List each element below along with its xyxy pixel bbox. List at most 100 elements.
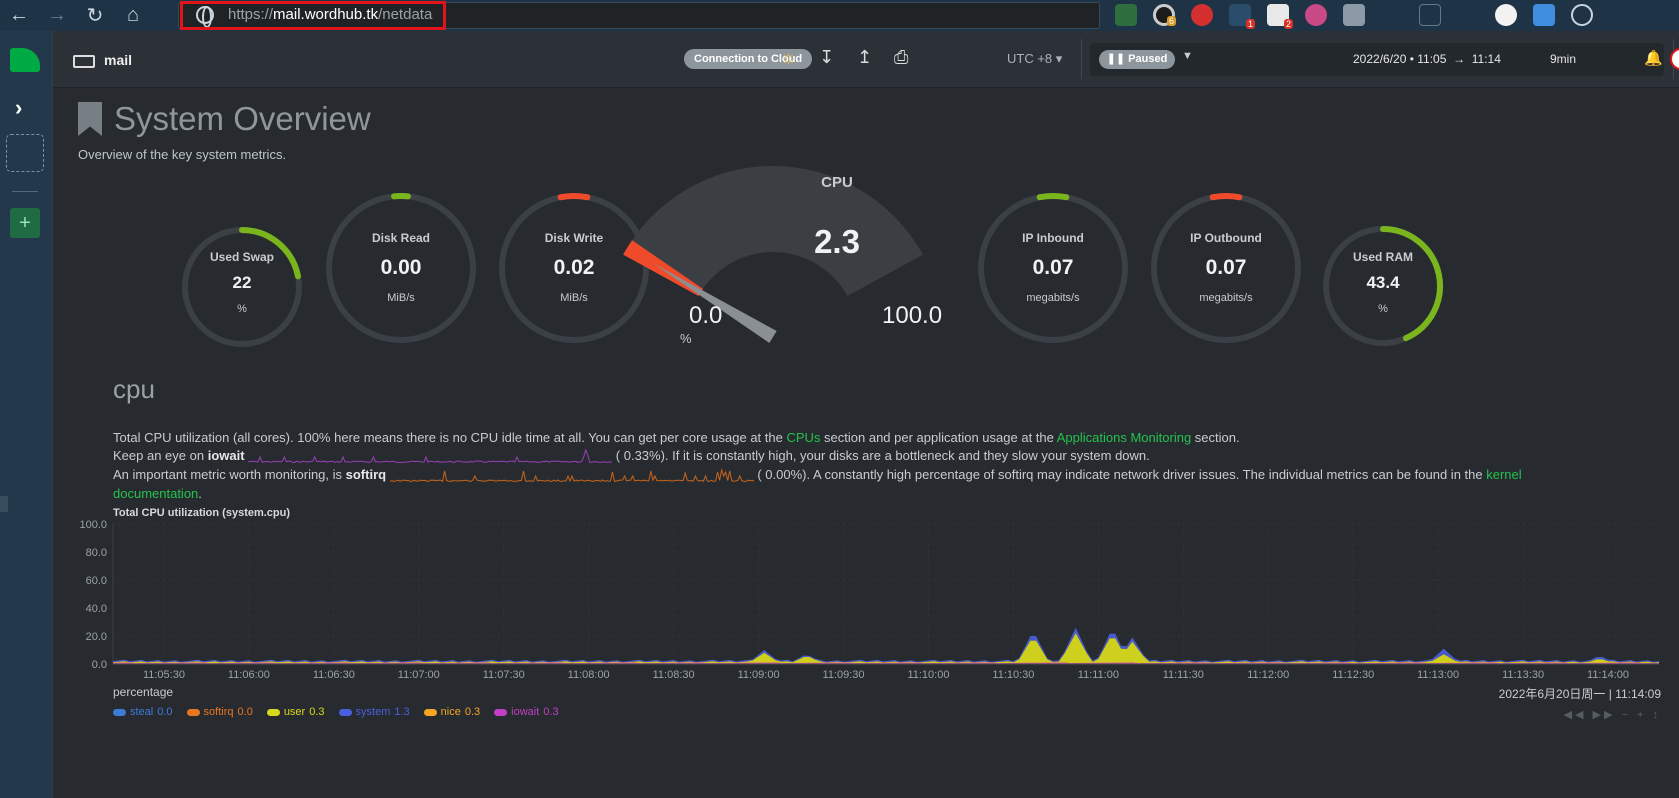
bell-icon[interactable]: 🔔 (1644, 49, 1663, 67)
gauge-label: Used Swap (209, 250, 275, 264)
cpu-chart[interactable]: 100.0 80.0 60.0 40.0 20.0 0.0 11:05:30 11:06:00… (53, 518, 1679, 678)
extension-icon[interactable] (1457, 4, 1479, 26)
sparkline-path (389, 467, 754, 482)
gauge-value: 22 (232, 273, 252, 292)
applications-monitoring-link[interactable]: Applications Monitoring (1057, 430, 1191, 445)
legend-item-iowait[interactable]: iowait 0.3 (494, 706, 559, 718)
chart-date: 2022年6月20日周一 | 11:14:09 (1498, 687, 1661, 701)
iowait-sparkline (248, 448, 613, 463)
home-icon[interactable]: ⌂ (114, 0, 152, 31)
x-tick-label: 11:08:00 (568, 669, 610, 678)
server-icon (73, 55, 95, 68)
duration-text: 9min (1550, 52, 1577, 66)
bookmark-ext-icon[interactable] (1419, 4, 1441, 26)
gauge-unit: % (1378, 303, 1388, 315)
space-placeholder[interactable] (6, 134, 44, 172)
extension-icon[interactable] (1381, 4, 1403, 26)
gauge-value: 0.00 (380, 256, 422, 279)
extension-icon[interactable] (1191, 4, 1213, 26)
legend-value: 0.3 (464, 706, 481, 718)
print-icon[interactable]: ⎙ (894, 47, 908, 68)
x-tick-label: 11:10:30 (992, 669, 1034, 678)
legend-swatch (494, 708, 508, 716)
settings-ext-icon[interactable] (1571, 4, 1593, 26)
extension-icon[interactable]: 1 (1229, 4, 1255, 29)
chevron-right-icon[interactable]: › (15, 95, 22, 121)
add-space-button[interactable]: + (10, 208, 40, 238)
x-tick-label: 11:05:30 (143, 669, 185, 678)
legend-name: system (355, 706, 391, 718)
download-icon[interactable]: ↧ (819, 47, 834, 68)
sparkline-path (248, 448, 613, 463)
alarm-icon[interactable] (1670, 48, 1679, 70)
gauge-ip-outbound[interactable]: IP Outbound 0.07 megabits/s (1151, 193, 1301, 343)
legend-value: 0.0 (237, 706, 253, 718)
cpus-link[interactable]: CPUs (786, 430, 820, 445)
lightbulb-icon[interactable]: ☼ (780, 47, 797, 68)
softirq-description-line: An important metric worth monitoring, is… (113, 467, 1522, 482)
gauge-used-swap[interactable]: Used Swap 22 % (182, 227, 302, 347)
legend-item-steal[interactable]: steal 0.0 (113, 706, 173, 718)
series-area-user (113, 633, 1659, 664)
netdata-logo-icon[interactable] (10, 48, 40, 72)
extension-icon[interactable] (1343, 4, 1365, 26)
iowait-description-line: Keep an eye on iowait ( 0.33%). If it is… (113, 448, 1150, 463)
chart-unit-label: percentage (113, 685, 174, 699)
gauge-label: Disk Write (544, 231, 604, 245)
forward-icon[interactable]: → (38, 0, 76, 31)
time-range-text: 2022/6/20 • 11:05 → 11:14 (1353, 52, 1501, 66)
y-tick-label: 60.0 (86, 575, 107, 587)
legend-value: 1.3 (394, 706, 410, 718)
legend-swatch (186, 708, 200, 716)
gauge-unit: % (680, 331, 692, 346)
legend-name: iowait (511, 706, 540, 718)
time-range-picker[interactable]: ❚❚ Paused ▼ 2022/6/20 • 11:05 → 11:14 9m… (1090, 43, 1664, 76)
kernel-link[interactable]: kernel (1486, 467, 1521, 482)
legend-value: 0.3 (309, 706, 325, 718)
section-title-cpu: cpu (113, 374, 155, 404)
x-tick-label: 11:06:30 (313, 669, 355, 678)
x-tick-label: 11:11:00 (1078, 669, 1119, 678)
reload-icon[interactable]: ↻ (76, 0, 114, 31)
gauge-cpu[interactable]: CPU 2.3 0.0 100.0 % (680, 172, 987, 352)
upload-icon[interactable]: ↥ (857, 47, 872, 68)
resize-handle[interactable] (0, 496, 8, 512)
gauge-unit: MiB/s (560, 292, 588, 304)
chevron-down-icon[interactable]: ▼ (1182, 50, 1193, 62)
softirq-sparkline (389, 467, 754, 482)
host-name[interactable]: mail (104, 52, 132, 68)
extension-icon[interactable]: 2 (1267, 4, 1293, 29)
extension-icon[interactable] (1115, 4, 1137, 26)
timezone-select[interactable]: UTC +8 ▾ (1007, 51, 1062, 67)
left-sidebar: › + (0, 31, 53, 798)
x-tick-label: 11:07:00 (398, 669, 440, 678)
url-highlight-box (180, 1, 446, 30)
legend-swatch (266, 708, 280, 716)
x-tick-label: 11:11:30 (1163, 669, 1204, 678)
legend-item-softirq[interactable]: softirq 0.0 (186, 706, 253, 718)
x-tick-label: 11:12:30 (1332, 669, 1374, 678)
gauge-disk-read[interactable]: Disk Read 0.00 MiB/s (326, 193, 476, 343)
gauge-disk-write[interactable]: Disk Write 0.02 MiB/s (499, 193, 649, 343)
extension-icon[interactable] (1495, 4, 1517, 26)
legend-name: softirq (203, 706, 234, 718)
legend-item-nice[interactable]: nice 0.3 (423, 706, 481, 718)
extension-icon[interactable]: 6 (1153, 4, 1176, 26)
gauge-unit: megabits/s (1026, 292, 1080, 304)
gauge-used-ram[interactable]: Used RAM 43.4 % (1323, 226, 1443, 346)
legend-item-system[interactable]: system 1.3 (338, 706, 410, 718)
cpu-description-line: Total CPU utilization (all cores). 100% … (113, 430, 1240, 445)
chart-controls[interactable]: ◀◀ ▶▶ − + ↕ (1564, 708, 1661, 721)
extension-icon[interactable] (1305, 4, 1327, 26)
divider (1081, 39, 1082, 79)
back-icon[interactable]: ← (0, 0, 38, 31)
legend-name: steal (130, 706, 154, 718)
paused-button[interactable]: ❚❚ Paused (1099, 50, 1175, 69)
legend-value: 0.0 (157, 706, 173, 718)
documentation-link[interactable]: documentation (113, 486, 198, 501)
extension-icon[interactable] (1533, 4, 1555, 26)
gauge-ip-inbound[interactable]: IP Inbound 0.07 megabits/s (978, 193, 1128, 343)
x-tick-label: 11:08:30 (653, 669, 695, 678)
gauge-min: 0.0 (689, 302, 723, 329)
legend-item-user[interactable]: user 0.3 (266, 706, 325, 718)
